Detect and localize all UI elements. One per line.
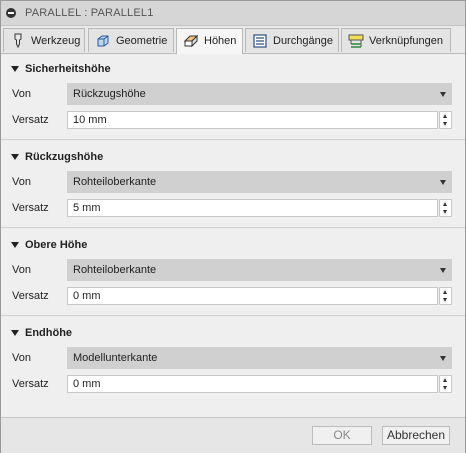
offset-value: 0 mm [73, 378, 101, 390]
ok-button[interactable]: OK [312, 426, 372, 445]
select-value: Rückzugshöhe [73, 88, 146, 100]
spin-down-icon[interactable] [443, 210, 447, 214]
offset-field-rueckzugshoehe[interactable]: 5 mm [67, 199, 438, 217]
spin-down-icon[interactable] [443, 298, 447, 302]
tab-verknuepfungen[interactable]: Verknüpfungen [341, 28, 451, 52]
from-label: Von [12, 176, 31, 188]
from-label: Von [12, 88, 31, 100]
collapse-triangle-icon[interactable] [11, 330, 19, 336]
tab-hoehen[interactable]: Höhen [176, 28, 243, 54]
tab-label: Durchgänge [273, 35, 333, 47]
spin-up-icon[interactable] [443, 290, 447, 294]
section-header-obere-hoehe[interactable]: Obere Höhe [1, 234, 465, 256]
spin-down-icon[interactable] [443, 386, 447, 390]
section-divider [1, 227, 465, 228]
tab-werkzeug[interactable]: Werkzeug [3, 28, 85, 52]
tool-icon [14, 33, 22, 49]
section-title: Endhöhe [25, 327, 73, 339]
tab-label: Werkzeug [31, 35, 81, 47]
offset-field-sicherheitshoehe[interactable]: 10 mm [67, 111, 438, 129]
cancel-button[interactable]: Abbrechen [382, 426, 450, 445]
title-bar[interactable]: PARALLEL : PARALLEL1 [1, 1, 465, 26]
collapse-triangle-icon[interactable] [11, 154, 19, 160]
dialog-footer: OK Abbrechen [1, 417, 465, 453]
section-header-rueckzugshoehe[interactable]: Rückzugshöhe [1, 146, 465, 168]
chevron-down-icon [440, 92, 446, 97]
spin-up-icon[interactable] [443, 202, 447, 206]
from-select-obere-hoehe[interactable]: Rohteiloberkante [67, 259, 452, 281]
tab-label: Höhen [204, 35, 237, 47]
offset-value: 5 mm [73, 202, 101, 214]
dialog-title: PARALLEL : PARALLEL1 [25, 7, 154, 19]
tab-label: Verknüpfungen [369, 35, 444, 47]
spin-up-icon[interactable] [443, 114, 447, 118]
from-select-rueckzugshoehe[interactable]: Rohteiloberkante [67, 171, 452, 193]
chevron-down-icon [440, 356, 446, 361]
offset-field-endhoehe[interactable]: 0 mm [67, 375, 438, 393]
tab-bar: Werkzeug Geometrie Höhen Durchgänge Verk… [1, 26, 465, 54]
from-select-endhoehe[interactable]: Modellunterkante [67, 347, 452, 369]
offset-spinner[interactable] [439, 111, 452, 129]
offset-label: Versatz [12, 378, 49, 390]
offset-field-obere-hoehe[interactable]: 0 mm [67, 287, 438, 305]
collapse-icon[interactable] [6, 8, 16, 18]
tab-durchgaenge[interactable]: Durchgänge [245, 28, 339, 52]
offset-label: Versatz [12, 202, 49, 214]
offset-spinner[interactable] [439, 199, 452, 217]
spin-down-icon[interactable] [443, 122, 447, 126]
collapse-triangle-icon[interactable] [11, 66, 19, 72]
linking-icon [348, 34, 364, 48]
offset-value: 0 mm [73, 290, 101, 302]
from-label: Von [12, 352, 31, 364]
section-title: Sicherheitshöhe [25, 63, 111, 75]
spin-up-icon[interactable] [443, 378, 447, 382]
section-header-sicherheitshoehe[interactable]: Sicherheitshöhe [1, 58, 465, 80]
offset-label: Versatz [12, 290, 49, 302]
tab-geometrie[interactable]: Geometrie [88, 28, 174, 52]
select-value: Rohteiloberkante [73, 176, 157, 188]
select-value: Rohteiloberkante [73, 264, 157, 276]
passes-icon [253, 34, 267, 48]
parallel-dialog: PARALLEL : PARALLEL1 Werkzeug Geometrie … [0, 0, 466, 453]
select-value: Modellunterkante [73, 352, 158, 364]
section-title: Obere Höhe [25, 239, 88, 251]
section-title: Rückzugshöhe [25, 151, 104, 163]
section-divider [1, 139, 465, 140]
section-header-endhoehe[interactable]: Endhöhe [1, 322, 465, 344]
section-divider [1, 315, 465, 316]
offset-spinner[interactable] [439, 287, 452, 305]
collapse-triangle-icon[interactable] [11, 242, 19, 248]
chevron-down-icon [440, 180, 446, 185]
tab-label: Geometrie [116, 35, 168, 47]
heights-panel: Sicherheitshöhe Von Rückzugshöhe Versatz… [1, 54, 465, 416]
heights-icon [183, 34, 199, 48]
offset-label: Versatz [12, 114, 49, 126]
offset-spinner[interactable] [439, 375, 452, 393]
geometry-icon [97, 35, 109, 47]
from-label: Von [12, 264, 31, 276]
from-select-sicherheitshoehe[interactable]: Rückzugshöhe [67, 83, 452, 105]
offset-value: 10 mm [73, 114, 107, 126]
chevron-down-icon [440, 268, 446, 273]
